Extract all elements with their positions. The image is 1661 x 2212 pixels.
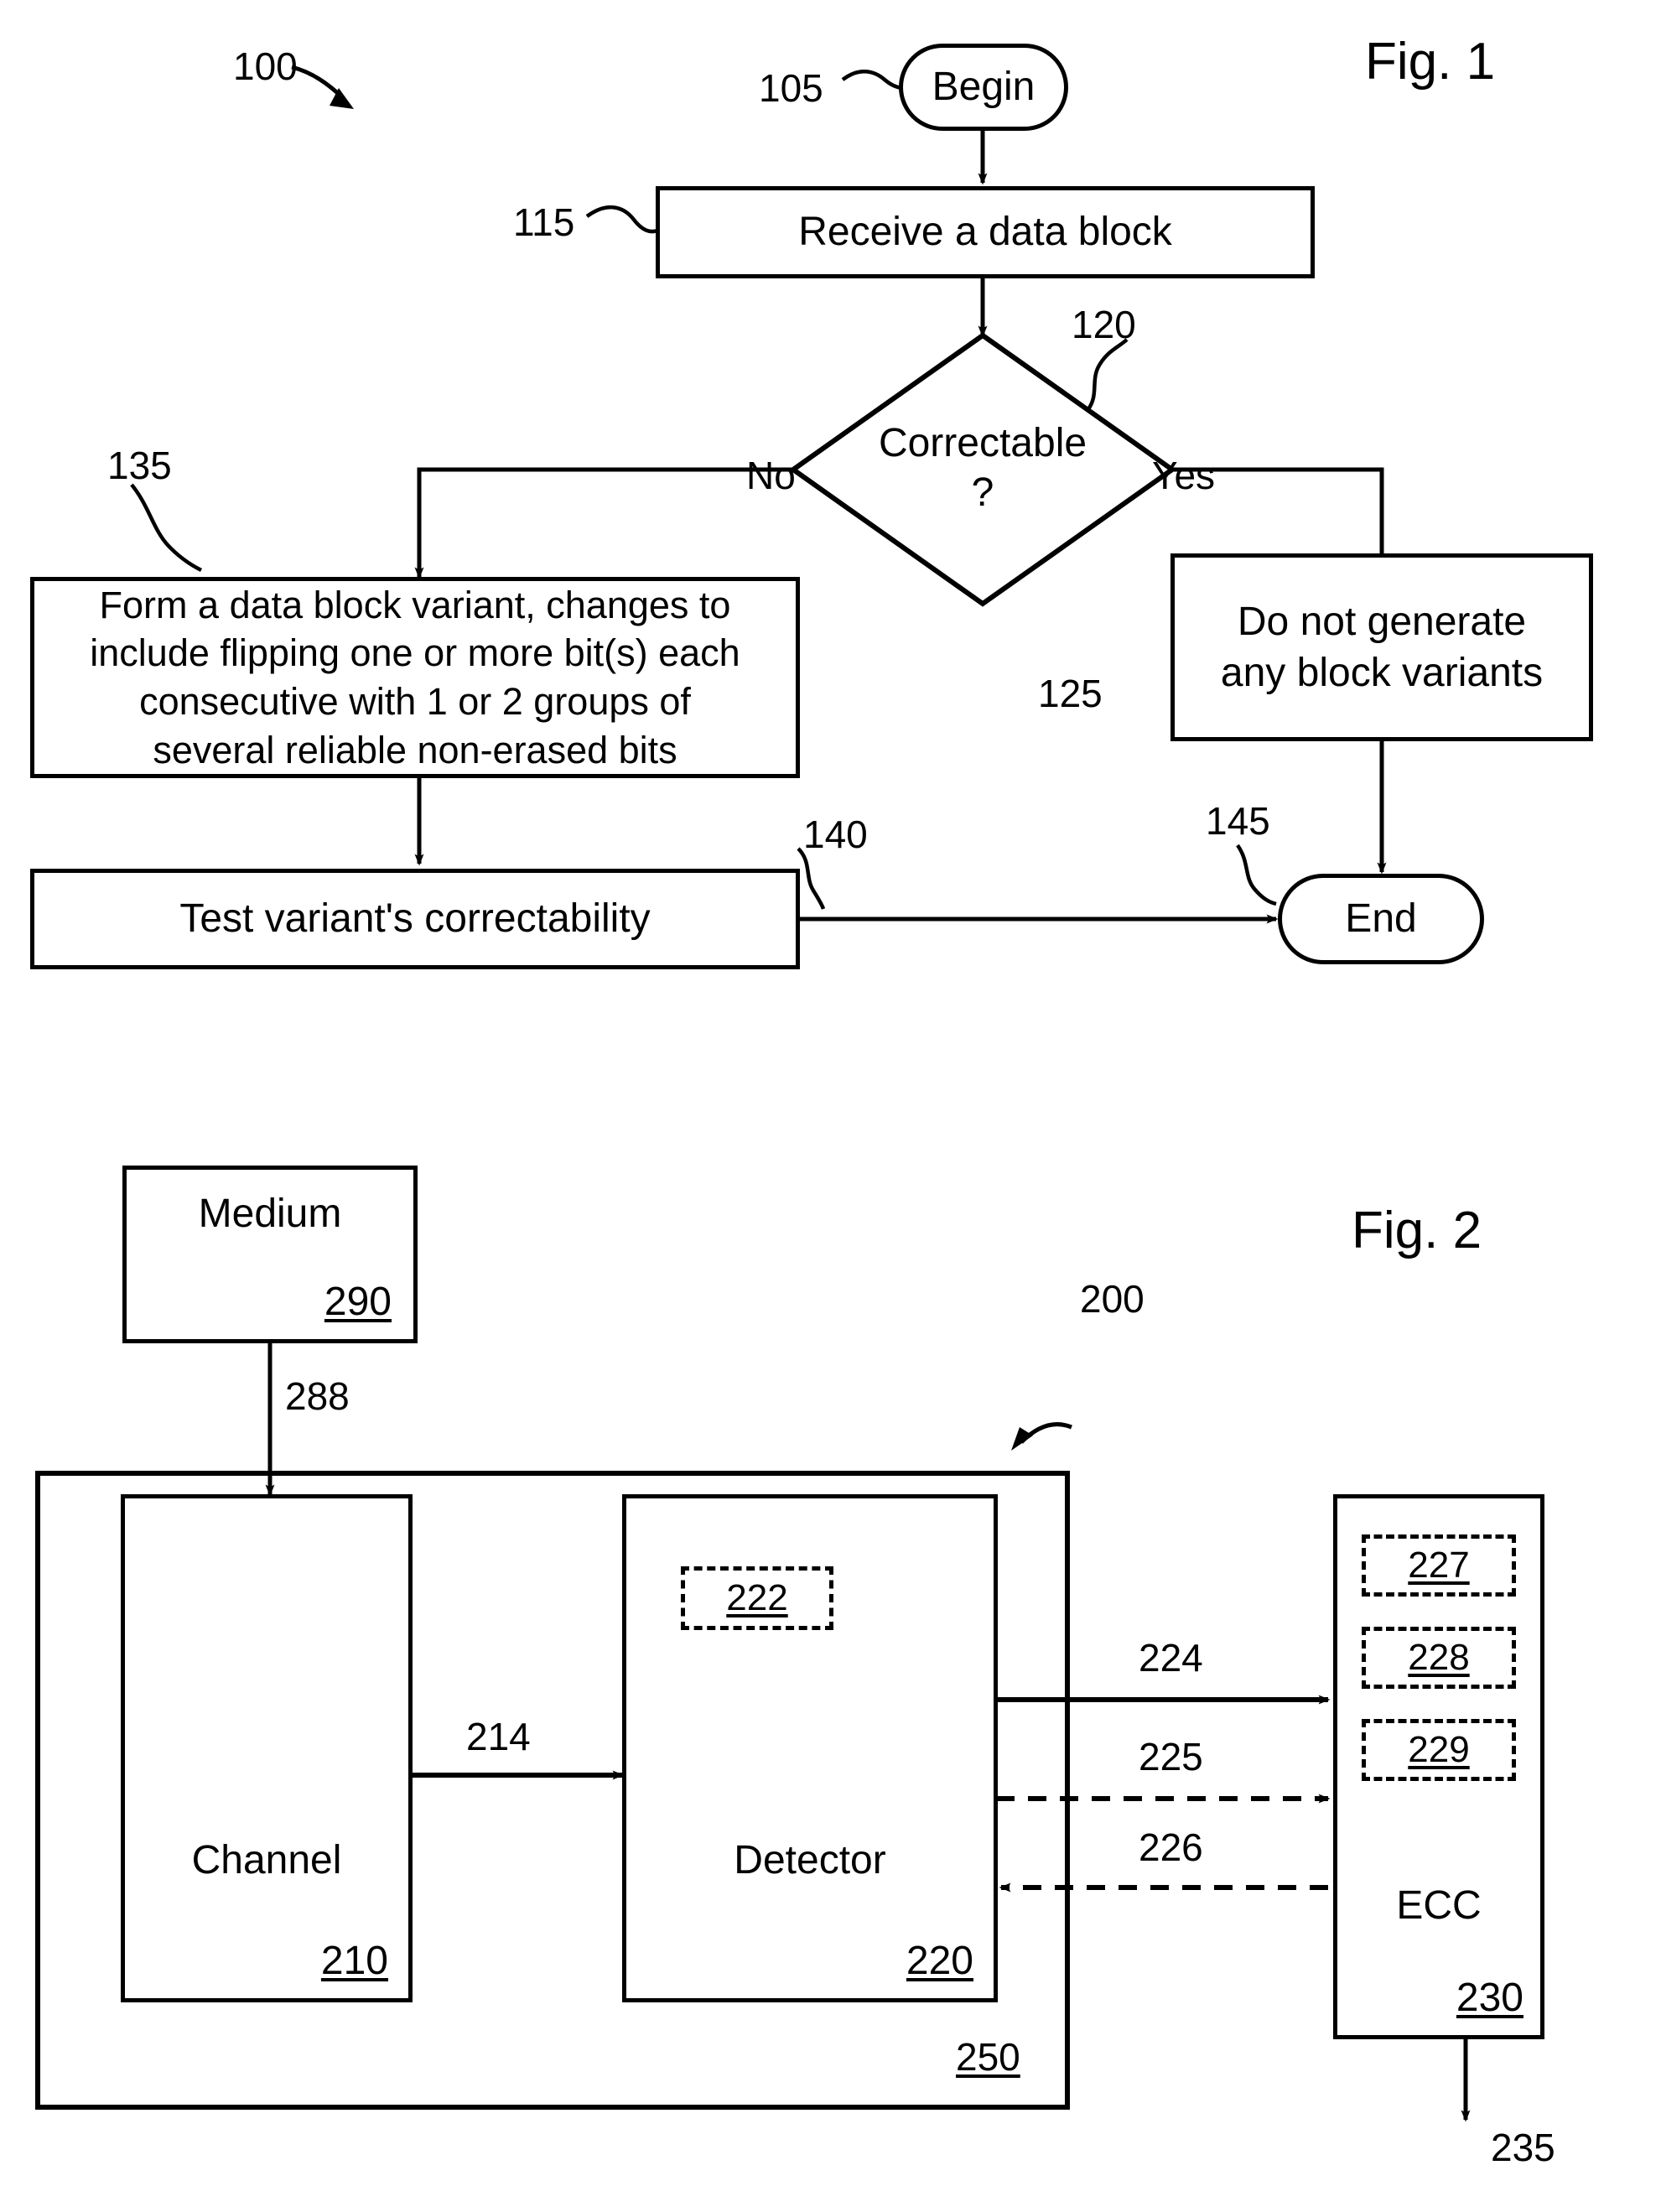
channel-to-detector-reference-number: 214 (466, 1715, 531, 1758)
do-not-generate-variants-node: Do not generate any block variants (1170, 553, 1593, 741)
form-variant-line2: include flipping one or more bit(s) each (90, 631, 740, 675)
test-variant-reference-number: 140 (803, 813, 868, 856)
channel-reference-number: 210 (320, 1938, 388, 1983)
begin-node: Begin (899, 44, 1068, 131)
detector-inner-module-222: 222 (681, 1566, 833, 1630)
figure-1-title: Fig. 1 (1365, 33, 1496, 91)
ecc-inner-module-227-reference-number: 227 (1408, 1545, 1470, 1586)
medium-node: Medium 290 (122, 1166, 418, 1343)
ecc-inner-module-227: 227 (1362, 1534, 1516, 1597)
form-variant-reference-number: 135 (107, 444, 172, 487)
medium-label: Medium (198, 1192, 342, 1236)
channel-label: Channel (191, 1838, 342, 1883)
end-node: End (1278, 874, 1484, 964)
form-variant-line3: consecutive with 1 or 2 groups of (139, 680, 691, 723)
medium-link-reference-number: 288 (285, 1374, 350, 1418)
ecc-label: ECC (1396, 1883, 1482, 1929)
detector-to-ecc-solid-reference-number: 224 (1139, 1636, 1203, 1680)
detector-reference-number: 220 (906, 1938, 973, 1983)
ecc-inner-module-228-reference-number: 228 (1408, 1637, 1470, 1678)
figure-2-reference-number: 200 (1080, 1277, 1145, 1321)
medium-reference-number: 290 (324, 1279, 392, 1324)
decision-reference-number: 120 (1072, 303, 1136, 346)
figure-1-reference-number: 100 (233, 44, 298, 88)
system-reference-number: 250 (956, 2035, 1020, 2079)
channel-node: Channel 210 (121, 1494, 413, 2002)
receive-block-reference-number: 115 (513, 200, 575, 244)
ecc-output-reference-number: 235 (1491, 2126, 1555, 2169)
form-variant-line1: Form a data block variant, changes to (99, 583, 731, 626)
form-variant-line4: several reliable non-erased bits (153, 728, 677, 771)
detector-label: Detector (734, 1838, 886, 1883)
end-node-label: End (1345, 896, 1417, 942)
receive-data-block-label: Receive a data block (798, 210, 1172, 255)
detector-inner-module-222-reference-number: 222 (726, 1577, 788, 1618)
detector-to-ecc-dashed-reference-number: 225 (1139, 1735, 1203, 1778)
form-data-block-variant-node: Form a data block variant, changes to in… (30, 577, 800, 778)
test-variant-label: Test variant's correctability (179, 896, 651, 942)
begin-reference-number: 105 (759, 66, 823, 110)
end-reference-number: 145 (1206, 799, 1270, 843)
test-variant-correctability-node: Test variant's correctability (30, 869, 800, 969)
patent-drawing-sheet: Fig. 1 100 105 Begin 115 Receive a data … (0, 0, 1661, 2212)
ecc-to-detector-dashed-reference-number: 226 (1139, 1825, 1203, 1869)
no-branch-label: No (746, 454, 796, 497)
ecc-inner-module-229-reference-number: 229 (1408, 1729, 1470, 1770)
ecc-inner-module-228: 228 (1362, 1627, 1516, 1689)
ecc-reference-number: 230 (1456, 1975, 1523, 2020)
no-generate-line2: any block variants (1220, 651, 1544, 695)
no-generate-reference-number: 125 (1038, 672, 1103, 715)
decision-node-label-group: Correctable ? (857, 419, 1108, 517)
decision-node-label-line2: ? (971, 470, 994, 515)
decision-node-label-line1: Correctable (878, 421, 1087, 465)
figure-2-title: Fig. 2 (1352, 1202, 1482, 1259)
no-generate-line1: Do not generate (1237, 599, 1527, 644)
begin-node-label: Begin (932, 65, 1036, 110)
yes-branch-label: Yes (1152, 454, 1216, 497)
receive-data-block-node: Receive a data block (656, 186, 1315, 278)
ecc-inner-module-229: 229 (1362, 1719, 1516, 1781)
